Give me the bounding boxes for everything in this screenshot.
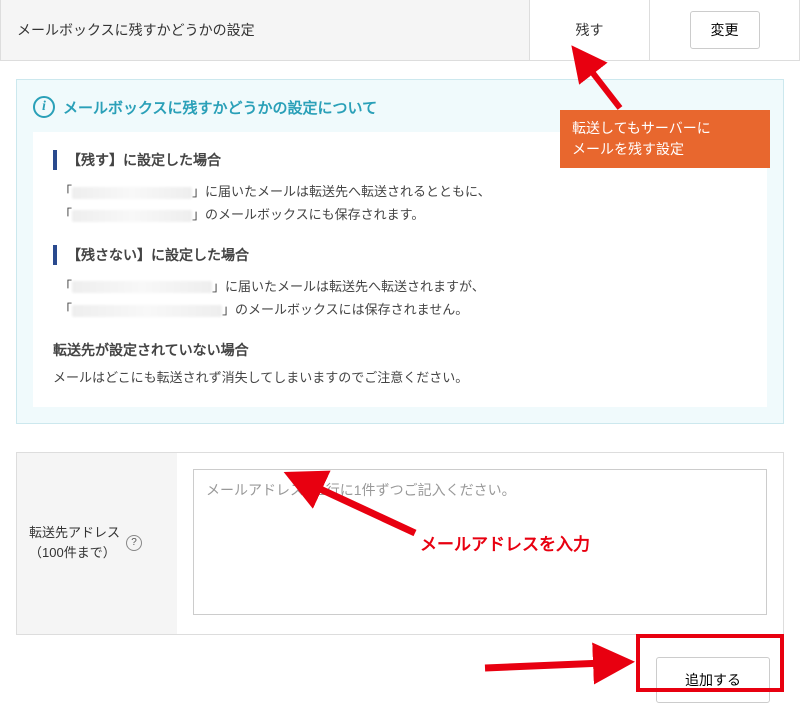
change-button[interactable]: 変更 <box>690 11 760 49</box>
mailbox-keep-setting-row: メールボックスに残すかどうかの設定 残す 変更 <box>0 0 800 61</box>
help-icon[interactable]: ? <box>126 535 142 551</box>
forward-address-row: 転送先アドレス （100件まで） ? <box>16 452 784 635</box>
add-button[interactable]: 追加する <box>656 657 770 703</box>
annotation-red-text: メールアドレスを入力 <box>420 530 590 555</box>
case-notset-text: メールはどこにも転送されず消失してしまいますのでご注意ください。 <box>53 366 747 389</box>
case-keep-text: 「」に届いたメールは転送先へ転送されるとともに、 「」のメールボックスにも保存さ… <box>53 180 747 227</box>
mailbox-keep-value: 残す <box>529 0 649 60</box>
info-title: メールボックスに残すかどうかの設定について <box>63 97 377 118</box>
info-body: 【残す】に設定した場合 「」に届いたメールは転送先へ転送されるとともに、 「」の… <box>33 132 767 407</box>
footer-actions: 追加する <box>0 635 800 725</box>
annotation-orange-box: 転送してもサーバーに メールを残す設定 <box>560 110 770 168</box>
case-nokeep-title: 【残さない】に設定した場合 <box>53 245 747 265</box>
mailbox-keep-label: メールボックスに残すかどうかの設定 <box>1 0 529 60</box>
forward-address-label: 転送先アドレス （100件まで） ? <box>17 453 177 634</box>
info-icon: i <box>33 96 55 118</box>
mailbox-keep-action-cell: 変更 <box>649 0 799 60</box>
case-notset-title: 転送先が設定されていない場合 <box>53 340 747 360</box>
case-nokeep-text: 「」に届いたメールは転送先へ転送されますが、 「」のメールボックスには保存されま… <box>53 275 747 322</box>
